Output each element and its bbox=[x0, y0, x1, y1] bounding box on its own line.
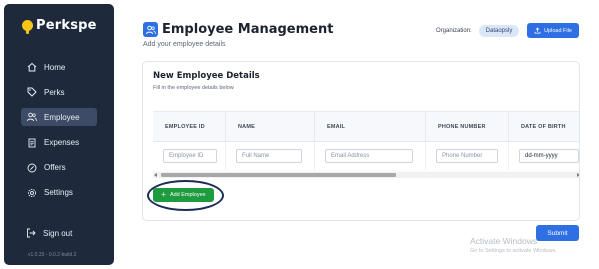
sidebar-item-perks[interactable]: Perks bbox=[21, 83, 97, 101]
submit-button[interactable]: Submit bbox=[536, 225, 579, 241]
page-title: Employee Management bbox=[162, 22, 334, 37]
sidebar-item-label: Employee bbox=[44, 112, 80, 122]
employee-id-input[interactable]: Employee ID bbox=[163, 149, 217, 163]
add-employee-label: Add Employee bbox=[169, 192, 206, 198]
logout-icon bbox=[26, 228, 36, 238]
sidebar-item-home[interactable]: Home bbox=[21, 58, 97, 76]
scrollbar-thumb[interactable] bbox=[161, 173, 396, 177]
cell-date-of-birth: dd-mm-yyyy bbox=[509, 142, 579, 170]
app-page: Perkspe Home Perks Employee Expenses Off… bbox=[0, 0, 599, 269]
sign-out-button[interactable]: Sign out bbox=[26, 228, 72, 238]
brand-logo[interactable]: Perkspe bbox=[22, 15, 97, 35]
tag-icon bbox=[27, 87, 37, 97]
sidebar-item-offers[interactable]: Offers bbox=[21, 159, 97, 177]
sidebar: Perkspe Home Perks Employee Expenses Off… bbox=[4, 4, 114, 265]
cell-employee-id: Employee ID bbox=[153, 142, 226, 170]
upload-file-label: Upload File bbox=[544, 27, 572, 34]
app-version: v1.0.33 - 0.0.2-build.2 bbox=[28, 252, 77, 258]
horizontal-scrollbar[interactable] bbox=[153, 172, 579, 178]
home-icon bbox=[27, 62, 37, 72]
receipt-icon bbox=[27, 138, 37, 148]
column-header-name: NAME bbox=[226, 112, 315, 142]
plus-icon: + bbox=[161, 190, 166, 199]
sidebar-item-employee[interactable]: Employee bbox=[21, 108, 97, 127]
sidebar-item-expenses[interactable]: Expenses bbox=[21, 134, 97, 152]
full-name-input[interactable]: Full Name bbox=[236, 149, 302, 163]
upload-icon bbox=[534, 27, 541, 34]
users-icon bbox=[27, 112, 37, 122]
sidebar-item-settings[interactable]: Settings bbox=[21, 184, 97, 202]
upload-file-button[interactable]: Upload File bbox=[527, 23, 579, 38]
column-header-email: EMAIL bbox=[315, 112, 426, 142]
organization-badge: Dataopsly bbox=[479, 25, 519, 37]
scroll-right-arrow-icon[interactable] bbox=[577, 173, 579, 177]
date-of-birth-input[interactable]: dd-mm-yyyy bbox=[519, 149, 579, 163]
column-header-employee-id: EMPLOYEE ID bbox=[153, 112, 226, 142]
email-address-input[interactable]: Email Address bbox=[325, 149, 413, 163]
card-title: New Employee Details bbox=[153, 71, 260, 81]
table-header: EMPLOYEE ID NAME EMAIL PHONE NUMBER DATE… bbox=[153, 112, 579, 142]
cell-email: Email Address bbox=[315, 142, 426, 170]
sidebar-nav: Home Perks Employee Expenses Offers Sett… bbox=[21, 58, 97, 209]
column-header-phone-number: PHONE NUMBER bbox=[426, 112, 509, 142]
column-header-date-of-birth: DATE OF BIRTH bbox=[509, 112, 579, 142]
organization-label: Organization: bbox=[436, 28, 472, 34]
sidebar-item-label: Settings bbox=[44, 188, 73, 198]
discount-icon bbox=[27, 163, 37, 173]
gear-icon bbox=[27, 188, 37, 198]
cell-name: Full Name bbox=[226, 142, 315, 170]
sidebar-item-label: Perks bbox=[44, 87, 65, 97]
activate-windows-hint: Go to Settings to activate Windows. bbox=[470, 248, 557, 254]
phone-number-input[interactable]: Phone Number bbox=[436, 149, 498, 163]
table-row: Employee ID Full Name Email Address Phon… bbox=[153, 142, 579, 170]
page-subtitle: Add your employee details bbox=[143, 41, 226, 48]
sidebar-item-label: Expenses bbox=[44, 138, 80, 148]
card-subtitle: Fill in the employee details below bbox=[153, 85, 234, 91]
employee-table: EMPLOYEE ID NAME EMAIL PHONE NUMBER DATE… bbox=[153, 111, 579, 173]
users-icon bbox=[143, 22, 158, 37]
activate-windows-watermark: Activate Windows bbox=[470, 236, 538, 246]
perkspe-logo-icon bbox=[22, 19, 33, 34]
brand-name: Perkspe bbox=[36, 17, 97, 33]
sidebar-item-label: Home bbox=[44, 62, 66, 72]
cell-phone-number: Phone Number bbox=[426, 142, 509, 170]
scroll-left-arrow-icon[interactable] bbox=[154, 173, 157, 177]
sign-out-label: Sign out bbox=[43, 228, 73, 238]
add-employee-button[interactable]: + Add Employee bbox=[153, 188, 214, 202]
sidebar-item-label: Offers bbox=[44, 163, 66, 173]
